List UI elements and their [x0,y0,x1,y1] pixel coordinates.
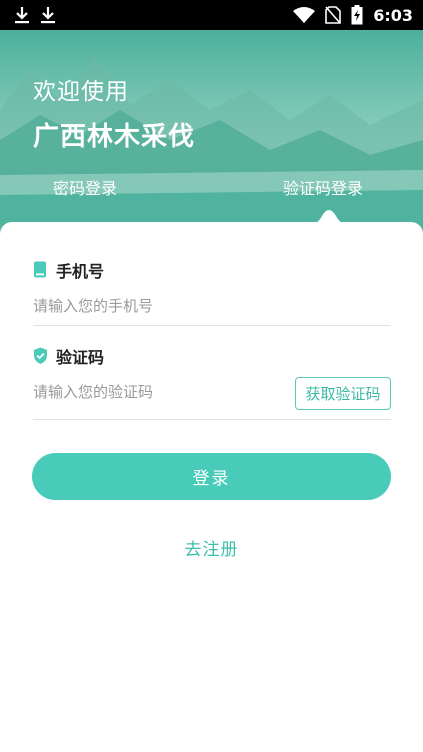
download-icon [41,7,55,24]
wifi-icon [293,7,316,23]
shield-check-icon [34,347,47,364]
code-label: 验证码 [33,344,104,368]
no-sim-icon [325,6,342,24]
active-tab-indicator [296,210,362,228]
register-link[interactable]: 去注册 [0,535,423,560]
code-input[interactable] [33,380,283,404]
divider [33,419,391,420]
battery-charging-icon [351,5,363,25]
phone-icon [34,261,46,278]
welcome-text: 欢迎使用 [33,79,129,105]
phone-label-text: 手机号 [56,262,105,281]
status-bar: 6:03 [0,0,423,30]
code-label-text: 验证码 [56,348,105,367]
app-title: 广西林木采伐 [33,122,196,152]
get-code-button[interactable]: 获取验证码 [295,377,391,410]
phone-label: 手机号 [33,258,104,282]
phone-input[interactable] [33,294,383,318]
divider [33,325,391,326]
login-button[interactable]: 登录 [32,453,391,500]
download-icon [15,7,29,24]
status-time: 6:03 [373,5,413,25]
tab-code-login[interactable]: 验证码登录 [283,175,363,199]
tab-password-login[interactable]: 密码登录 [53,175,117,199]
